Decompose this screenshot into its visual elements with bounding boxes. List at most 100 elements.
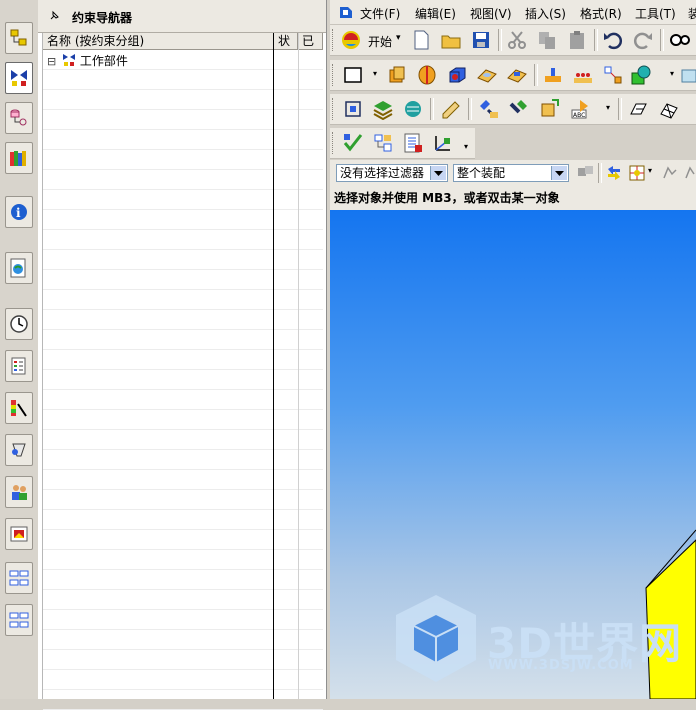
new-file-icon[interactable] (410, 29, 432, 51)
wcs-icon[interactable] (432, 132, 454, 154)
table-row[interactable] (43, 470, 323, 490)
table-row[interactable] (43, 270, 323, 290)
toolbar-grip[interactable] (332, 98, 336, 120)
block-icon[interactable] (446, 64, 468, 86)
start-button[interactable]: 开始 (368, 33, 392, 50)
table-row[interactable] (43, 70, 323, 90)
reuse-library-tab[interactable] (5, 142, 33, 174)
union-dropdown-arrow[interactable]: ▾ (670, 69, 674, 78)
table-row[interactable] (43, 490, 323, 510)
paste-icon[interactable] (566, 29, 588, 51)
pin-icon[interactable] (48, 10, 60, 22)
edit-object-display-icon[interactable] (440, 98, 462, 120)
table-row[interactable] (43, 610, 323, 630)
bounding-box-icon[interactable] (342, 98, 364, 120)
quick-pick-icon[interactable] (682, 164, 696, 182)
table-row[interactable] (43, 650, 323, 670)
assembly-navigator-tab[interactable] (5, 22, 33, 54)
table-row[interactable] (43, 310, 323, 330)
constraint-navigator-tab[interactable] (5, 62, 33, 94)
extrude-icon[interactable] (386, 64, 408, 86)
copy-icon[interactable] (536, 29, 558, 51)
graphics-window[interactable]: 3D世界网 WWW.3DSJW.COM (330, 210, 696, 699)
table-row[interactable] (43, 230, 323, 250)
menu-edit[interactable]: 编辑(E) (415, 5, 456, 22)
union-icon[interactable] (630, 64, 652, 86)
table-row[interactable] (43, 510, 323, 530)
table-row[interactable] (43, 370, 323, 390)
table-row[interactable] (43, 90, 323, 110)
column-header-name[interactable]: 名称 (按约束分组) (43, 33, 274, 50)
type-filter-dropdown[interactable]: 没有选择过滤器 (336, 164, 448, 182)
table-row[interactable] (43, 330, 323, 350)
table-row[interactable] (43, 530, 323, 550)
layer-settings-icon[interactable] (372, 98, 394, 120)
cut-icon[interactable] (506, 29, 528, 51)
select-feature-icon[interactable] (605, 164, 623, 182)
assembly-selection-icon[interactable] (576, 164, 596, 182)
revolve-icon[interactable] (416, 64, 438, 86)
menu-format[interactable]: 格式(R) (580, 5, 622, 22)
snap-point-icon[interactable] (628, 164, 646, 182)
abc-annotation-icon[interactable]: ABC (570, 98, 592, 120)
open-folder-icon[interactable] (440, 29, 462, 51)
pattern-feature-icon[interactable] (572, 64, 594, 86)
table-row[interactable] (43, 670, 323, 690)
command-finder-icon[interactable] (668, 29, 690, 51)
palette-tab[interactable] (5, 562, 33, 594)
table-row[interactable] (43, 550, 323, 570)
pocket-icon[interactable] (506, 64, 528, 86)
table-row[interactable] (43, 350, 323, 370)
table-row[interactable] (43, 170, 323, 190)
type-filter-dropdown-arrow[interactable] (430, 166, 446, 180)
selection-scope-dropdown[interactable]: 整个装配 (453, 164, 569, 182)
table-row[interactable] (43, 590, 323, 610)
toolbar-grip[interactable] (332, 132, 336, 154)
show-hide-icon[interactable] (660, 164, 678, 182)
table-row[interactable] (43, 450, 323, 470)
column-header-done[interactable]: 已 (298, 33, 323, 50)
table-row[interactable] (43, 110, 323, 130)
menu-view[interactable]: 视图(V) (470, 5, 512, 22)
table-row[interactable] (43, 150, 323, 170)
sketch-icon[interactable] (342, 64, 364, 86)
collapse-toggle-icon[interactable]: ⊟ (47, 55, 56, 68)
start-dropdown-arrow[interactable]: ▾ (396, 33, 401, 43)
analysis-dropdown-arrow[interactable]: ▾ (464, 142, 468, 151)
teamcenter-tab[interactable] (5, 476, 33, 508)
table-row[interactable] (43, 290, 323, 310)
table-row[interactable] (43, 570, 323, 590)
table-row[interactable] (43, 130, 323, 150)
information-window-icon[interactable] (402, 132, 424, 154)
redo-icon[interactable] (632, 29, 654, 51)
nx-app-icon[interactable] (338, 4, 354, 20)
check-geometry-icon[interactable] (342, 132, 364, 154)
pad-icon[interactable] (542, 64, 564, 86)
subtract-icon[interactable] (680, 64, 696, 86)
palette-tab-2[interactable] (5, 604, 33, 636)
sweep-icon[interactable] (628, 98, 650, 120)
snap-dropdown-arrow[interactable]: ▾ (648, 166, 652, 175)
annotation-dropdown-arrow[interactable]: ▾ (606, 103, 610, 112)
selection-scope-dropdown-arrow[interactable] (551, 166, 567, 180)
boss-icon[interactable] (476, 64, 498, 86)
web-browser-tab[interactable] (5, 252, 33, 284)
history-tab[interactable] (5, 308, 33, 340)
mate-component-icon[interactable] (508, 98, 530, 120)
assembly-sequence-icon[interactable] (372, 132, 394, 154)
roles-tab[interactable] (5, 434, 33, 466)
menu-assemblies[interactable]: 装 (688, 5, 696, 22)
visualization-tab[interactable] (5, 392, 33, 424)
table-row[interactable] (43, 430, 323, 450)
toolbar-grip[interactable] (332, 64, 336, 86)
table-row[interactable] (43, 190, 323, 210)
part-navigator-tab[interactable] (5, 102, 33, 134)
table-row[interactable] (43, 630, 323, 650)
toolbar-grip[interactable] (332, 29, 336, 51)
mirror-feature-icon[interactable] (602, 64, 624, 86)
reposition-component-icon[interactable] (538, 98, 560, 120)
layer-visible-icon[interactable] (402, 98, 424, 120)
start-icon[interactable] (340, 29, 362, 51)
table-row[interactable] (43, 410, 323, 430)
surface-icon[interactable] (658, 98, 680, 120)
